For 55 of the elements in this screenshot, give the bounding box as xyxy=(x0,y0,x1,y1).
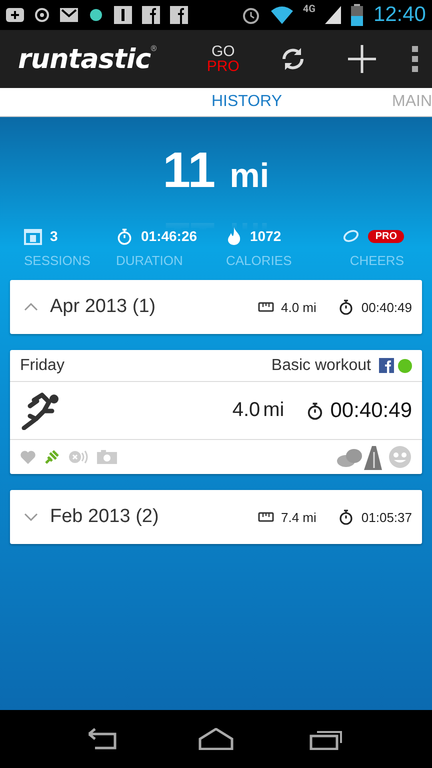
wifi-icon xyxy=(270,6,293,24)
ruler-icon xyxy=(258,512,274,522)
distance-unit: mi xyxy=(230,157,270,196)
muted-speaker-icon xyxy=(68,449,88,465)
workout-duration: 00:40:49 xyxy=(330,398,412,422)
month-label: Feb 2013 (2) xyxy=(50,506,160,528)
stat-value: 01:46:26 xyxy=(141,228,198,244)
status-time: 12:40 xyxy=(373,3,426,27)
month-distance: 4.0 mi xyxy=(280,300,316,314)
tab[interactable]: HISTORY xyxy=(211,93,282,111)
camera-icon xyxy=(96,449,118,465)
stat-label: SESSIONS xyxy=(24,253,92,268)
menu-button[interactable] xyxy=(412,46,418,72)
month-distance: 7.4 mi xyxy=(280,510,316,524)
chevron-down-icon[interactable] xyxy=(24,513,38,521)
stat-label: DURATION xyxy=(116,253,184,268)
calendar-icon xyxy=(24,227,42,245)
workout-day: Friday xyxy=(20,356,268,374)
home-button[interactable] xyxy=(198,728,234,750)
registered-mark: ® xyxy=(150,44,157,53)
stat-value: 1072 xyxy=(250,228,282,244)
target-icon xyxy=(34,7,50,23)
month-card[interactable]: Apr 2013 (1) 4.0 mi 00:40:49 xyxy=(10,280,422,334)
month-duration: 00:40:49 xyxy=(361,300,412,314)
recent-apps-button[interactable] xyxy=(308,728,345,750)
facebook-notification-icon xyxy=(142,6,160,24)
go-pro-button[interactable]: GO PRO xyxy=(206,44,240,74)
chevron-up-icon[interactable] xyxy=(24,303,38,311)
battery-icon xyxy=(351,4,364,26)
ruler-icon xyxy=(258,302,274,312)
stat-label: CHEERS xyxy=(350,253,404,268)
facebook-notification-icon xyxy=(170,6,188,24)
app-logo: runtastic xyxy=(18,44,151,74)
heart-icon xyxy=(20,450,36,464)
stopwatch-icon xyxy=(338,509,354,525)
month-duration: 01:05:37 xyxy=(361,510,412,524)
workout-card[interactable]: Friday Basic workout 4.0 mi 00:40:49 xyxy=(10,350,422,474)
total-distance: 11 xyxy=(162,141,216,199)
add-button[interactable] xyxy=(347,44,378,74)
network-label: 4G xyxy=(302,4,316,15)
mail-icon xyxy=(60,8,78,22)
stopwatch-icon xyxy=(338,299,354,315)
workout-distance: 4.0 mi xyxy=(232,399,284,422)
workout-type: Basic workout xyxy=(271,356,371,374)
month-label: Apr 2013 (1) xyxy=(50,296,157,318)
signal-icon xyxy=(325,6,342,24)
satellite-icon xyxy=(44,449,60,465)
stopwatch-icon xyxy=(306,402,324,420)
pro-badge: PRO xyxy=(368,230,404,242)
stat-label: CALORIES xyxy=(226,253,293,268)
stat-value: 3 xyxy=(50,228,58,244)
stopwatch-icon xyxy=(116,228,133,244)
alarm-icon xyxy=(240,5,261,25)
month-card[interactable]: Feb 2013 (2) 7.4 mi 01:05:37 xyxy=(10,490,422,544)
add-notification-icon xyxy=(6,8,24,22)
